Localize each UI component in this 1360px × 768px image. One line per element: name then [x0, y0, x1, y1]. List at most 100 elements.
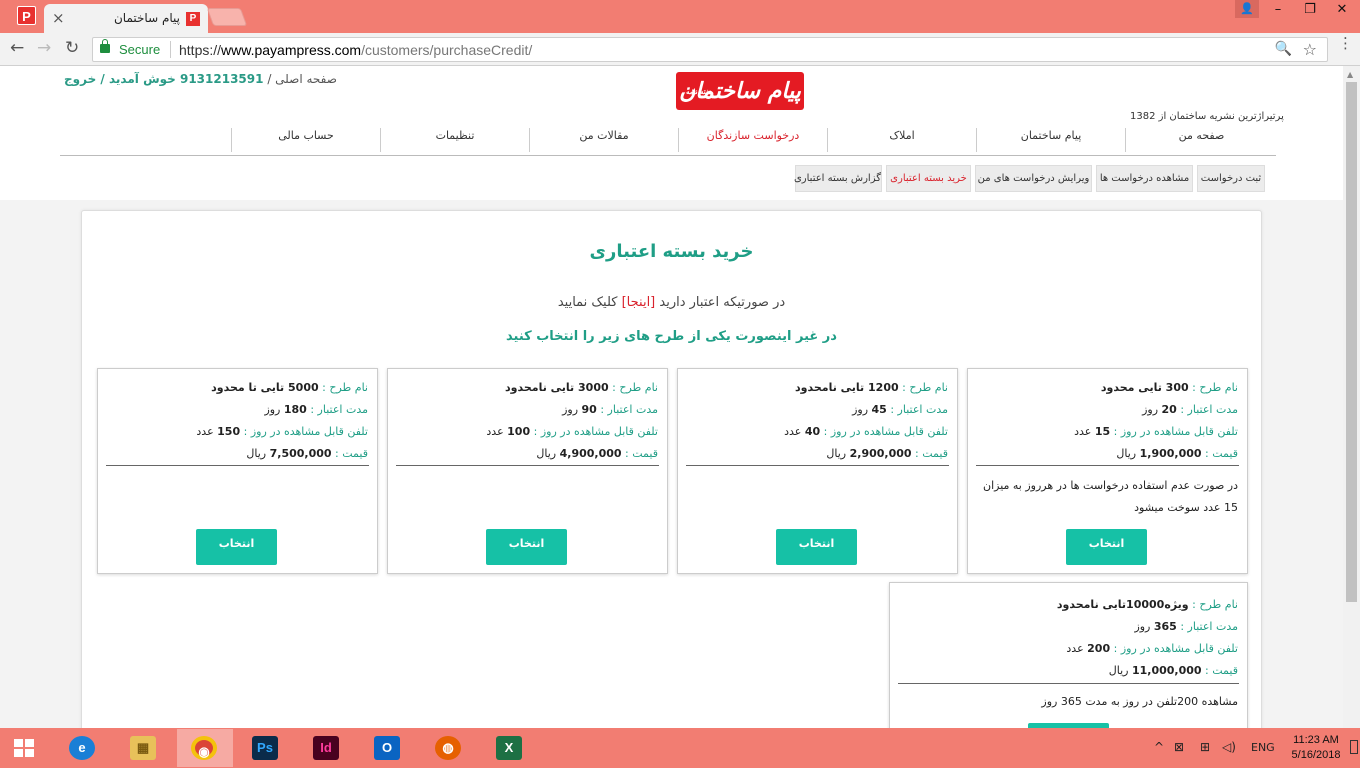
plan-name-row: نام طرح : ویژه10000تایی نامحدود [1057, 598, 1238, 611]
address-bar[interactable]: Secure https://www.payampress.com/custom… [92, 37, 1328, 62]
tray-network-icon[interactable]: ⊠ [1174, 740, 1184, 754]
site-logo[interactable]: هفته نامه پیام ساختمان [676, 72, 804, 110]
plan-phones-row: تلفن قابل مشاهده در روز : 15 عدد [1074, 425, 1238, 438]
app-p-icon[interactable]: P [17, 6, 36, 25]
duration-label: مدت اعتبار : [890, 403, 948, 416]
price-label: قیمت : [335, 447, 368, 460]
tab-close-icon[interactable]: × [52, 9, 65, 27]
count-unit: عدد [784, 425, 802, 438]
tray-language[interactable]: ENG [1251, 741, 1275, 754]
plan-card: نام طرح : 5000 تایی تا محدود مدت اعتبار … [97, 368, 378, 574]
nav-item-settings[interactable]: تنظیمات [380, 128, 529, 152]
count-unit: عدد [196, 425, 214, 438]
back-arrow-icon[interactable]: ← [10, 38, 24, 58]
plan-name-value: ویژه10000تایی نامحدود [1056, 598, 1189, 611]
taskbar-photoshop-icon[interactable]: Ps [238, 729, 294, 767]
browser-menu-icon[interactable]: ⋮ [1338, 36, 1353, 51]
count-unit: عدد [1074, 425, 1092, 438]
subnav-submit-request[interactable]: ثبت درخواست [1197, 165, 1265, 192]
nav-item-builders-requests[interactable]: درخواست سازندگان [678, 128, 827, 152]
duration-label: مدت اعتبار : [310, 403, 368, 416]
duration-value: 20 [1161, 403, 1177, 416]
phones-value: 100 [507, 425, 531, 438]
url-scheme: https:// [179, 42, 222, 58]
price-value: 2,900,000 [849, 447, 912, 460]
plan-note: در صورت عدم استفاده درخواست ها در هرروز … [983, 479, 1238, 514]
scroll-up-icon[interactable]: ▲ [1347, 70, 1353, 79]
rial-unit: ریال [826, 447, 847, 460]
site-tagline: پرتیراژترین نشریه ساختمان از 1382 [1130, 111, 1284, 122]
plan-name-row: نام طرح : 3000 تایی نامحدود [505, 381, 658, 394]
profile-icon[interactable]: 👤 [1235, 0, 1259, 18]
page-scrollbar[interactable]: ▲ [1343, 66, 1360, 728]
taskbar-file-explorer-icon[interactable]: ▦ [116, 729, 172, 767]
price-value: 7,500,000 [269, 447, 332, 460]
subnav-credit-package-report[interactable]: گزارش بسته اعتباری [794, 165, 882, 192]
close-window-button[interactable]: ✕ [1326, 0, 1358, 20]
bookmark-star-icon[interactable]: ☆ [1303, 40, 1317, 59]
taskbar-chrome-icon[interactable]: ◉ [177, 729, 233, 767]
tray-device-icon[interactable]: ⊞ [1200, 740, 1210, 754]
select-plan-button[interactable]: انتخاب [196, 529, 277, 565]
nav-item-my-articles[interactable]: مقالات من [529, 128, 678, 152]
plan-card: نام طرح : 1200 تایی نامحدود مدت اعتبار :… [677, 368, 958, 574]
url-separator [170, 41, 171, 58]
plan-divider [976, 465, 1239, 466]
minimize-button[interactable]: – [1262, 0, 1294, 20]
taskbar-excel-icon[interactable]: X [482, 729, 538, 767]
browser-tab[interactable]: P پیام ساختمان × [44, 4, 208, 33]
subnav-edit-my-requests[interactable]: ویرایش درخواست های من [975, 165, 1092, 192]
url-text[interactable]: https://www.payampress.com/customers/pur… [179, 42, 532, 58]
purchase-credit-panel: خرید بسته اعتباری در صورتیکه اعتبار داری… [81, 210, 1262, 728]
maximize-button[interactable]: ❐ [1294, 0, 1326, 20]
zoom-icon[interactable]: 🔍 [1275, 41, 1292, 57]
nav-item-my-page[interactable]: صفحه من [1127, 128, 1276, 152]
duration-label: مدت اعتبار : [600, 403, 658, 416]
plan-card: نام طرح : 3000 تایی نامحدود مدت اعتبار :… [387, 368, 668, 574]
breadcrumb-home-link[interactable]: صفحه اصلی / [267, 72, 337, 86]
taskbar-outlook-icon[interactable]: O [360, 729, 416, 767]
rial-unit: ریال [246, 447, 267, 460]
new-tab-button[interactable] [206, 8, 248, 26]
plan-price-row: قیمت : 7,500,000 ریال [246, 447, 368, 460]
subnav-view-requests[interactable]: مشاهده درخواست ها [1096, 165, 1193, 192]
count-unit: عدد [486, 425, 504, 438]
taskbar-indesign-icon[interactable]: Id [299, 729, 355, 767]
secure-label: Secure [119, 42, 161, 57]
nav-underline [60, 155, 1276, 156]
plan-divider [898, 683, 1239, 684]
windows-start-icon[interactable] [14, 739, 34, 757]
tab-title: پیام ساختمان [113, 11, 180, 25]
logo-small-text: هفته نامه [686, 87, 714, 96]
plan-divider [106, 465, 369, 466]
subnav-buy-credit-package[interactable]: خرید بسته اعتباری [886, 165, 971, 192]
welcome-text: 9131213591 خوش آمدید [108, 72, 264, 86]
taskbar-firefox-icon[interactable]: ◍ [421, 729, 477, 767]
taskbar-ie-icon[interactable]: e [55, 729, 111, 767]
nav-item-payam-sakhteman[interactable]: پیام ساختمان [976, 128, 1125, 152]
plan-name-row: نام طرح : 300 تایی محدود [1101, 381, 1238, 394]
credit-note: در صورتیکه اعتبار دارید [اینجا] کلیک نما… [82, 295, 1261, 310]
logout-link[interactable]: خروج [64, 72, 96, 86]
page-title: خرید بسته اعتباری [589, 241, 754, 262]
nav-item-financial-account[interactable]: حساب مالی [231, 128, 380, 152]
plan-phones-row: تلفن قابل مشاهده در روز : 40 عدد [784, 425, 948, 438]
choose-plan-note: در غیر اینصورت یکی از طرح های زیر را انت… [506, 329, 837, 344]
credit-here-link[interactable]: [اینجا] [622, 295, 656, 310]
phones-label: تلفن قابل مشاهده در روز : [243, 425, 368, 438]
nav-item-properties[interactable]: املاک [827, 128, 976, 152]
taskbar-clock[interactable]: 11:23 AM 5/16/2018 [1288, 733, 1344, 763]
plan-name-label: نام طرح : [1192, 381, 1238, 394]
tray-expand-icon[interactable]: ^ [1154, 740, 1164, 754]
scroll-thumb[interactable] [1346, 82, 1357, 602]
select-plan-button[interactable]: انتخاب [776, 529, 857, 565]
reload-icon[interactable]: ↻ [65, 38, 79, 58]
notification-icon[interactable] [1350, 740, 1358, 754]
price-value: 1,900,000 [1139, 447, 1202, 460]
tray-volume-icon[interactable]: ◁) [1222, 740, 1236, 754]
duration-label: مدت اعتبار : [1180, 620, 1238, 633]
select-plan-button[interactable]: انتخاب [1066, 529, 1147, 565]
forward-arrow-icon[interactable]: → [37, 38, 51, 58]
phones-label: تلفن قابل مشاهده در روز : [1113, 642, 1238, 655]
select-plan-button[interactable]: انتخاب [486, 529, 567, 565]
